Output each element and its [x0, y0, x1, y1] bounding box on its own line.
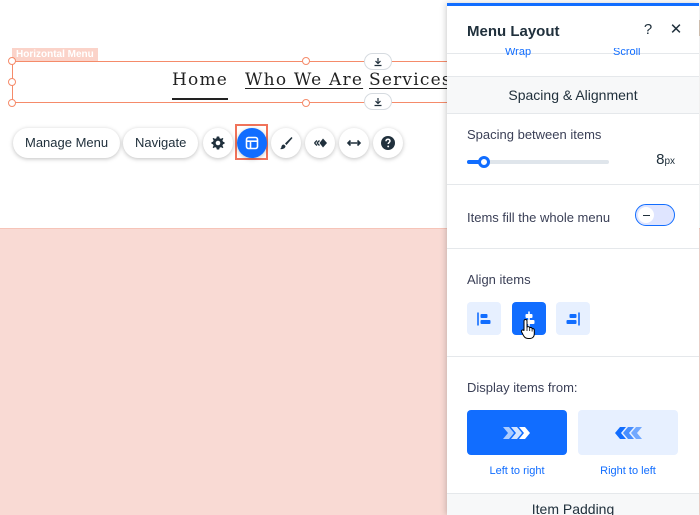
- scroll-option-label[interactable]: Scroll: [613, 48, 641, 58]
- spacing-slider-handle[interactable]: [478, 156, 491, 168]
- close-icon: ✕: [669, 21, 683, 38]
- align-right-button[interactable]: [556, 302, 590, 335]
- stretch-icon: [346, 139, 362, 147]
- menu-item-services[interactable]: Services: [369, 70, 452, 90]
- wrap-option-label[interactable]: Wrap: [505, 48, 531, 58]
- fill-menu-toggle[interactable]: [635, 204, 675, 226]
- divider: [447, 248, 699, 249]
- help-icon: [381, 136, 395, 150]
- settings-button[interactable]: [203, 128, 233, 158]
- chevrons-right-icon: [503, 426, 530, 439]
- menu-layout-panel: Menu Layout ? ✕ Wrap Scroll Spacing & Al…: [447, 3, 699, 515]
- toggle-knob: [638, 207, 654, 223]
- align-items-label: Align items: [467, 272, 531, 287]
- menu-item-home[interactable]: Home: [172, 70, 229, 100]
- spacing-label: Spacing between items: [467, 127, 602, 142]
- left-to-right-button[interactable]: [467, 410, 567, 455]
- menu-item-who-we-are[interactable]: Who We Are: [245, 70, 363, 90]
- align-right-icon: [566, 312, 580, 325]
- right-to-left-label[interactable]: Right to left: [578, 465, 678, 477]
- chevrons-left-icon: [615, 426, 642, 439]
- design-button[interactable]: [271, 128, 301, 158]
- spacing-unit: px: [664, 156, 675, 167]
- help-panel-button[interactable]: ?: [640, 20, 656, 38]
- hand-cursor-icon: [520, 318, 535, 339]
- component-name-tag: Horizontal Menu: [12, 48, 98, 61]
- download-icon: [374, 97, 382, 106]
- resize-handle-top-left[interactable]: [8, 57, 16, 65]
- resize-handle-bottom-middle[interactable]: [302, 99, 310, 107]
- spacing-value-input[interactable]: 8px: [656, 151, 675, 168]
- brush-icon: [280, 137, 293, 150]
- divider: [447, 184, 699, 185]
- manage-menu-button[interactable]: Manage Menu: [13, 128, 121, 158]
- layout-icon: [245, 136, 259, 150]
- display-items-label: Display items from:: [467, 380, 578, 395]
- spacing-slider[interactable]: [467, 156, 609, 168]
- align-left-icon: [477, 312, 491, 325]
- help-button[interactable]: [373, 128, 403, 158]
- resize-handle-bottom-left[interactable]: [8, 99, 16, 107]
- right-to-left-button[interactable]: [578, 410, 678, 455]
- close-panel-button[interactable]: ✕: [668, 21, 684, 38]
- gear-icon: [211, 136, 225, 150]
- animation-button[interactable]: [305, 128, 335, 158]
- resize-handle-middle-left[interactable]: [8, 78, 16, 86]
- question-icon: ?: [643, 20, 653, 38]
- navigate-button[interactable]: Navigate: [123, 128, 199, 158]
- fill-menu-label: Items fill the whole menu: [467, 210, 611, 225]
- divider: [447, 356, 699, 357]
- align-left-button[interactable]: [467, 302, 501, 335]
- drag-bottom-button[interactable]: [364, 93, 392, 110]
- stretch-button[interactable]: [339, 128, 369, 158]
- download-icon: [374, 57, 382, 66]
- item-padding-section-header: Item Padding: [447, 493, 699, 515]
- left-to-right-label[interactable]: Left to right: [467, 465, 567, 477]
- animation-icon: [314, 138, 327, 148]
- resize-handle-top-middle[interactable]: [302, 57, 310, 65]
- spacing-alignment-section-header: Spacing & Alignment: [447, 76, 699, 114]
- drag-top-button[interactable]: [364, 53, 392, 70]
- layout-button[interactable]: [237, 128, 267, 158]
- panel-header: Menu Layout ? ✕: [447, 6, 699, 54]
- panel-title: Menu Layout: [467, 23, 560, 40]
